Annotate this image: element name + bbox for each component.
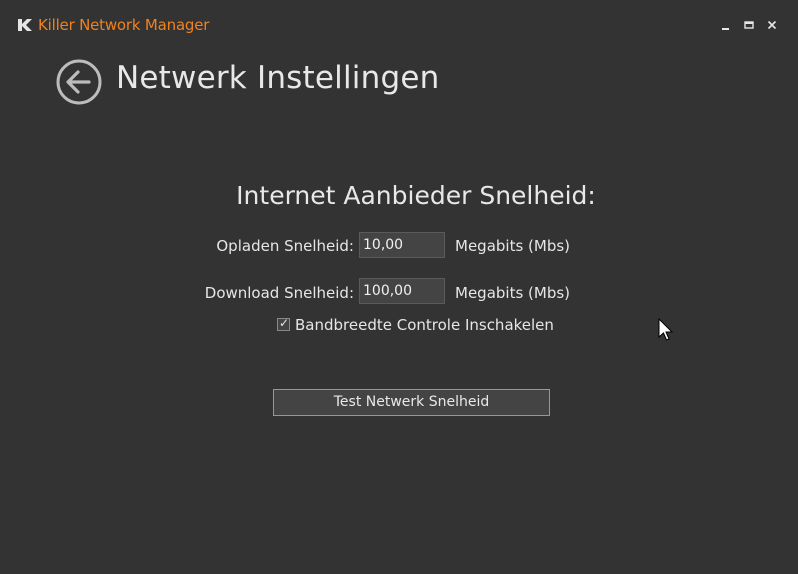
minimize-icon bbox=[722, 28, 729, 30]
bandwidth-control-label[interactable]: Bandbreedte Controle Inschakelen bbox=[295, 316, 554, 334]
section-heading: Internet Aanbieder Snelheid: bbox=[236, 181, 596, 210]
checkmark-icon: ✓ bbox=[279, 316, 290, 330]
download-speed-label: Download Snelheid: bbox=[204, 284, 354, 302]
test-network-speed-button[interactable]: Test Netwerk Snelheid bbox=[273, 389, 550, 416]
upload-speed-label: Opladen Snelheid: bbox=[216, 237, 354, 255]
maximize-icon bbox=[744, 21, 754, 29]
back-arrow-icon bbox=[56, 59, 102, 105]
minimize-button[interactable] bbox=[718, 16, 734, 34]
close-button[interactable] bbox=[764, 16, 780, 34]
back-button[interactable] bbox=[55, 58, 103, 106]
app-title: Killer Network Manager bbox=[38, 16, 210, 34]
page-title: Netwerk Instellingen bbox=[116, 60, 440, 96]
mouse-pointer-icon bbox=[658, 318, 674, 341]
upload-speed-input[interactable] bbox=[359, 232, 445, 258]
upload-unit-label: Megabits (Mbs) bbox=[455, 237, 571, 255]
bandwidth-control-checkbox[interactable]: ✓ bbox=[277, 316, 290, 331]
maximize-button[interactable] bbox=[741, 16, 757, 34]
download-unit-label: Megabits (Mbs) bbox=[455, 284, 571, 302]
close-icon bbox=[767, 20, 777, 30]
killer-logo-icon bbox=[18, 19, 32, 31]
download-speed-input[interactable] bbox=[359, 278, 445, 304]
title-bar: Killer Network Manager bbox=[0, 0, 798, 50]
